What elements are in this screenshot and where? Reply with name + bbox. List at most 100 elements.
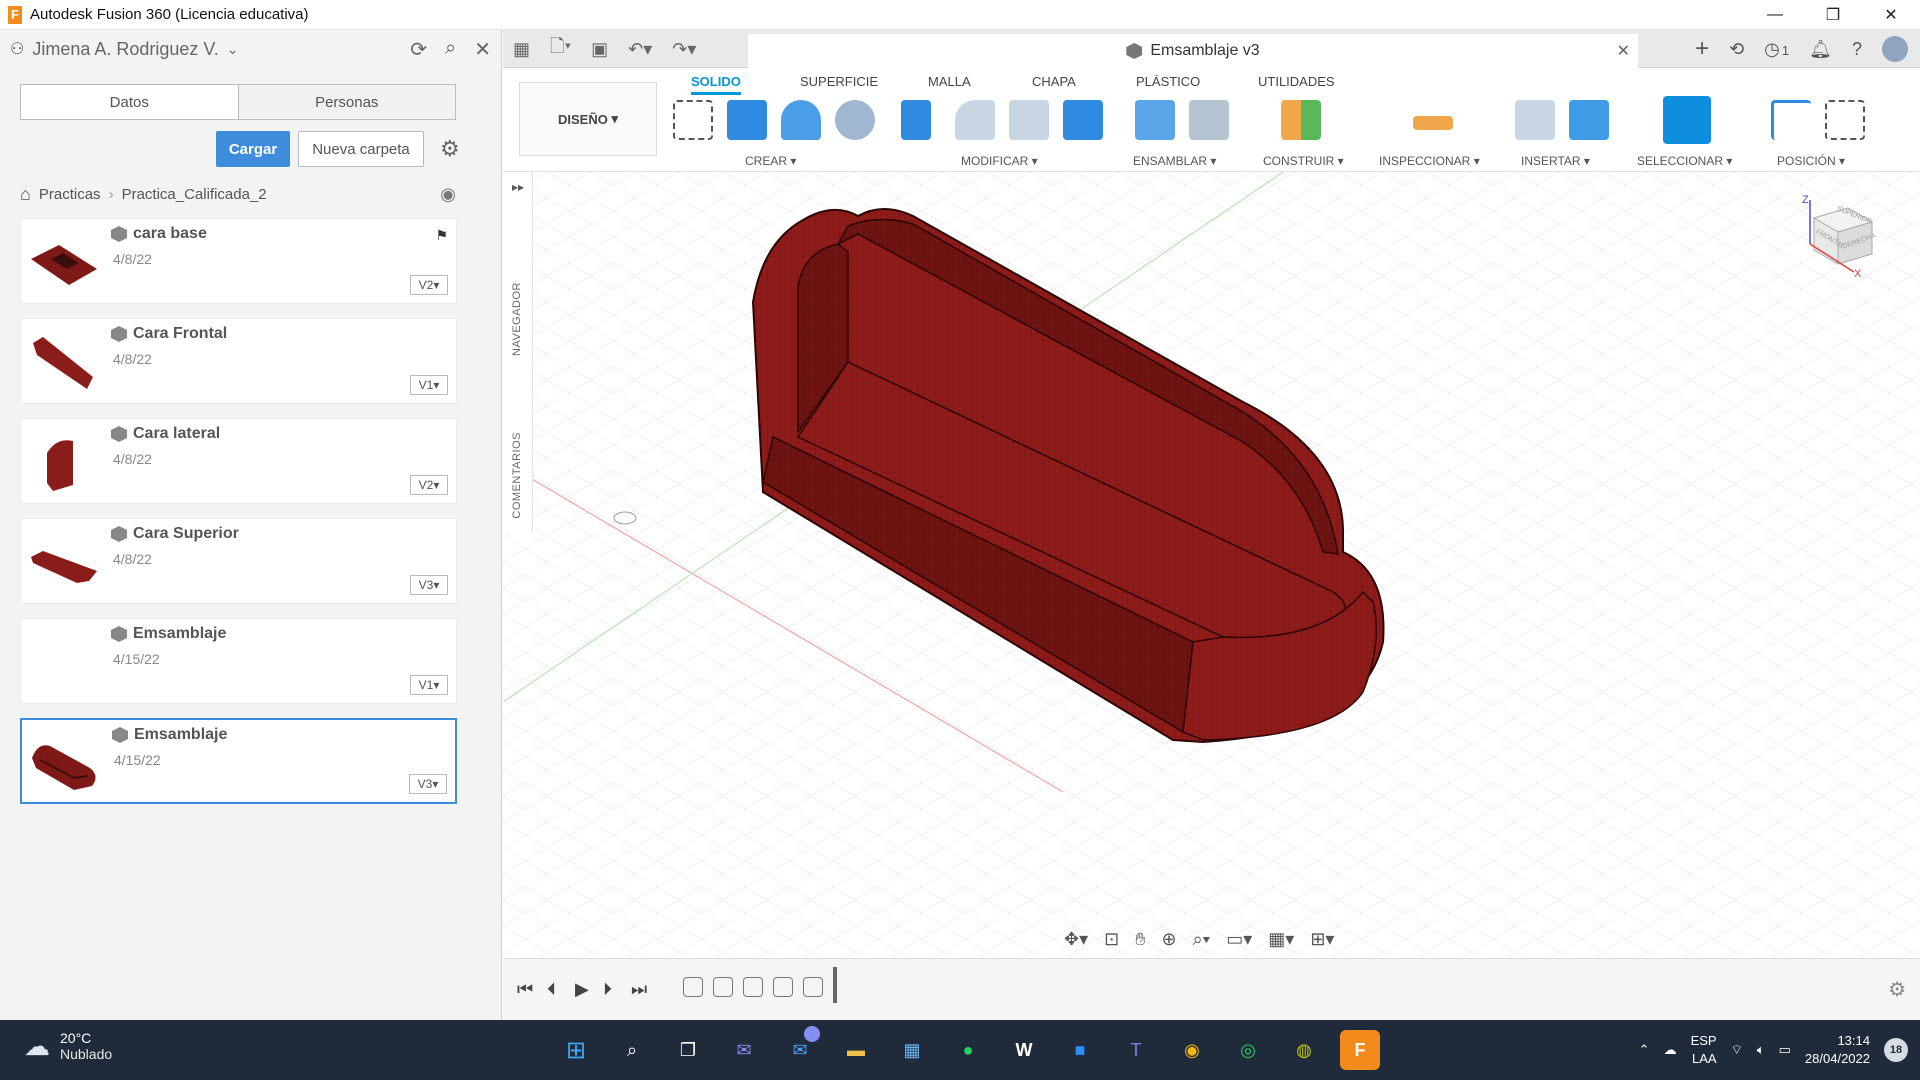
orbit-icon[interactable]: ✥▾ <box>1064 929 1088 950</box>
tab-superficie[interactable]: SUPERFICIE <box>800 74 878 89</box>
mail-icon[interactable]: ✉ 2 <box>780 1026 820 1070</box>
tab-malla[interactable]: MALLA <box>928 74 971 89</box>
tab-chapa[interactable]: CHAPA <box>1032 74 1076 89</box>
close-window-button[interactable]: ✕ <box>1862 0 1920 30</box>
list-item-selected[interactable]: Emsamblaje 4/15/22 V3 ▾ <box>20 718 457 804</box>
play-icon[interactable]: ▶︎ <box>575 979 589 1000</box>
go-to-end-icon[interactable]: ⏭︎ <box>631 979 647 1000</box>
chat-icon[interactable]: ✉ <box>724 1030 764 1070</box>
file-explorer-icon[interactable]: ▬ <box>836 1030 876 1070</box>
extensions-icon[interactable]: ⟲ <box>1729 39 1744 60</box>
version-dropdown[interactable]: V1 ▾ <box>410 675 448 695</box>
user-dropdown[interactable]: Jimena A. Rodriguez V. <box>32 39 218 60</box>
look-at-icon[interactable]: ⊡ <box>1104 929 1119 950</box>
chrome-icon[interactable]: ◉ <box>1172 1030 1212 1070</box>
bell-icon[interactable]: 🔔︎ <box>1809 39 1832 60</box>
list-item[interactable]: cara base 4/8/22 ⚑ V2 ▾ <box>20 218 457 304</box>
document-tab[interactable]: Emsamblaje v3 ✕ <box>748 34 1638 68</box>
viewcube[interactable]: SUPERIOR FRONTAL DERECHA Z X <box>1800 194 1880 280</box>
globe-icon[interactable]: ◉ <box>440 184 456 205</box>
assemble-menu[interactable]: ENSAMBLAR ▾ <box>1133 154 1216 168</box>
refresh-icon[interactable]: ⟳ <box>410 37 427 62</box>
teams-icon[interactable]: T <box>1116 1030 1156 1070</box>
joint-feature-icon[interactable] <box>713 977 733 997</box>
grid-settings-icon[interactable]: ▦▾ <box>1268 929 1294 950</box>
search-icon[interactable]: ⌕ <box>612 1030 652 1070</box>
create-menu[interactable]: CREAR ▾ <box>745 154 796 168</box>
navigator-label[interactable]: NAVEGADOR <box>511 282 523 356</box>
timeline-settings-icon[interactable]: ⚙ <box>1888 977 1906 1002</box>
tab-plastico[interactable]: PLÁSTICO <box>1136 74 1200 89</box>
wifi-icon[interactable]: ⌔ <box>1731 1042 1743 1058</box>
comments-label[interactable]: COMENTARIOS <box>511 432 523 519</box>
language-indicator[interactable]: ESP LAA <box>1691 1032 1717 1068</box>
fillet-icon[interactable] <box>955 100 995 140</box>
version-dropdown[interactable]: V3 ▾ <box>409 774 447 794</box>
joint-icon[interactable] <box>1189 100 1229 140</box>
version-dropdown[interactable]: V2 ▾ <box>410 275 448 295</box>
battery-icon[interactable]: ▭ <box>1779 1042 1791 1058</box>
go-to-start-icon[interactable]: ⏮︎ <box>517 979 533 1000</box>
search-icon[interactable]: ⌕ <box>445 37 456 62</box>
chevron-down-icon[interactable]: ⌄ <box>227 41 239 58</box>
notification-badge[interactable]: 18 <box>1884 1038 1908 1062</box>
modify-menu[interactable]: MODIFICAR ▾ <box>961 154 1038 168</box>
inspect-menu[interactable]: INSPECCIONAR ▾ <box>1379 154 1480 168</box>
pan-icon[interactable]: ✋︎ <box>1135 929 1145 950</box>
3d-viewport[interactable]: SUPERIOR FRONTAL DERECHA Z X <box>503 172 1920 958</box>
expand-browser-icon[interactable]: ▸▸ <box>512 180 524 194</box>
position-revert-icon[interactable] <box>1825 100 1865 140</box>
spotify-icon[interactable]: ● <box>948 1030 988 1070</box>
tab-personas[interactable]: Personas <box>237 85 455 119</box>
offset-plane-icon[interactable] <box>1281 100 1321 140</box>
construct-menu[interactable]: CONSTRUIR ▾ <box>1263 154 1344 168</box>
breadcrumb-current[interactable]: Practica_Calificada_2 <box>122 186 267 203</box>
tab-utilidades[interactable]: UTILIDADES <box>1258 74 1335 89</box>
viewports-icon[interactable]: ⊞▾ <box>1310 929 1334 950</box>
upload-button[interactable]: Cargar <box>216 131 290 167</box>
step-forward-icon[interactable]: ⏵︎ <box>603 979 612 1000</box>
tab-solido[interactable]: SOLIDO <box>691 74 741 95</box>
zoom-icon[interactable]: ■ <box>1060 1030 1100 1070</box>
model-canvas[interactable] <box>503 172 1920 958</box>
new-component-icon[interactable] <box>1135 100 1175 140</box>
version-dropdown[interactable]: V3 ▾ <box>410 575 448 595</box>
new-tab-icon[interactable]: + <box>1695 35 1709 63</box>
minimize-button[interactable]: — <box>1746 0 1804 30</box>
joint-feature-icon[interactable] <box>683 977 703 997</box>
position-menu[interactable]: POSICIÓN ▾ <box>1777 154 1845 168</box>
chevron-up-icon[interactable]: ⌃ <box>1639 1042 1650 1058</box>
undo-icon[interactable]: ↶▾ <box>628 39 652 60</box>
combine-icon[interactable] <box>1063 100 1103 140</box>
breadcrumb-practicas[interactable]: Practicas <box>39 186 101 203</box>
close-panel-icon[interactable]: ✕ <box>474 37 491 62</box>
display-settings-icon[interactable]: ▭▾ <box>1226 929 1252 950</box>
help-icon[interactable]: ? <box>1852 39 1862 60</box>
timeline-marker[interactable] <box>833 967 837 1003</box>
insert-derive-icon[interactable] <box>1515 100 1555 140</box>
restore-button[interactable]: ❐ <box>1804 0 1862 30</box>
joint-feature-icon[interactable] <box>803 977 823 997</box>
select-icon[interactable] <box>1663 96 1711 144</box>
list-item[interactable]: Emsamblaje 4/15/22 V1 ▾ <box>20 618 457 704</box>
whatsapp-icon[interactable]: ◎ <box>1228 1030 1268 1070</box>
select-menu[interactable]: SELECCIONAR ▾ <box>1637 154 1732 168</box>
home-icon[interactable]: ⌂ <box>20 184 31 205</box>
joint-feature-icon[interactable] <box>743 977 763 997</box>
fusion-taskbar-icon[interactable]: F <box>1340 1030 1380 1070</box>
measure-icon[interactable] <box>1413 116 1453 130</box>
task-view-icon[interactable]: ❐ <box>668 1030 708 1070</box>
extrude-icon[interactable] <box>727 100 767 140</box>
shell-icon[interactable] <box>1009 100 1049 140</box>
list-item[interactable]: Cara Frontal 4/8/22 V1 ▾ <box>20 318 457 404</box>
fit-icon[interactable]: ⌕▾ <box>1193 929 1211 950</box>
gear-icon[interactable]: ⚙ <box>440 137 464 161</box>
file-menu-icon[interactable]: 🗋▾ <box>550 34 571 64</box>
wattpad-icon[interactable]: W <box>1004 1030 1044 1070</box>
press-pull-icon[interactable] <box>901 100 931 140</box>
flag-icon[interactable]: ⚑ <box>435 227 448 244</box>
windows-start-icon[interactable]: ⊞ <box>556 1030 596 1070</box>
joint-feature-icon[interactable] <box>773 977 793 997</box>
tab-datos[interactable]: Datos <box>21 85 238 119</box>
close-tab-icon[interactable]: ✕ <box>1617 41 1630 61</box>
